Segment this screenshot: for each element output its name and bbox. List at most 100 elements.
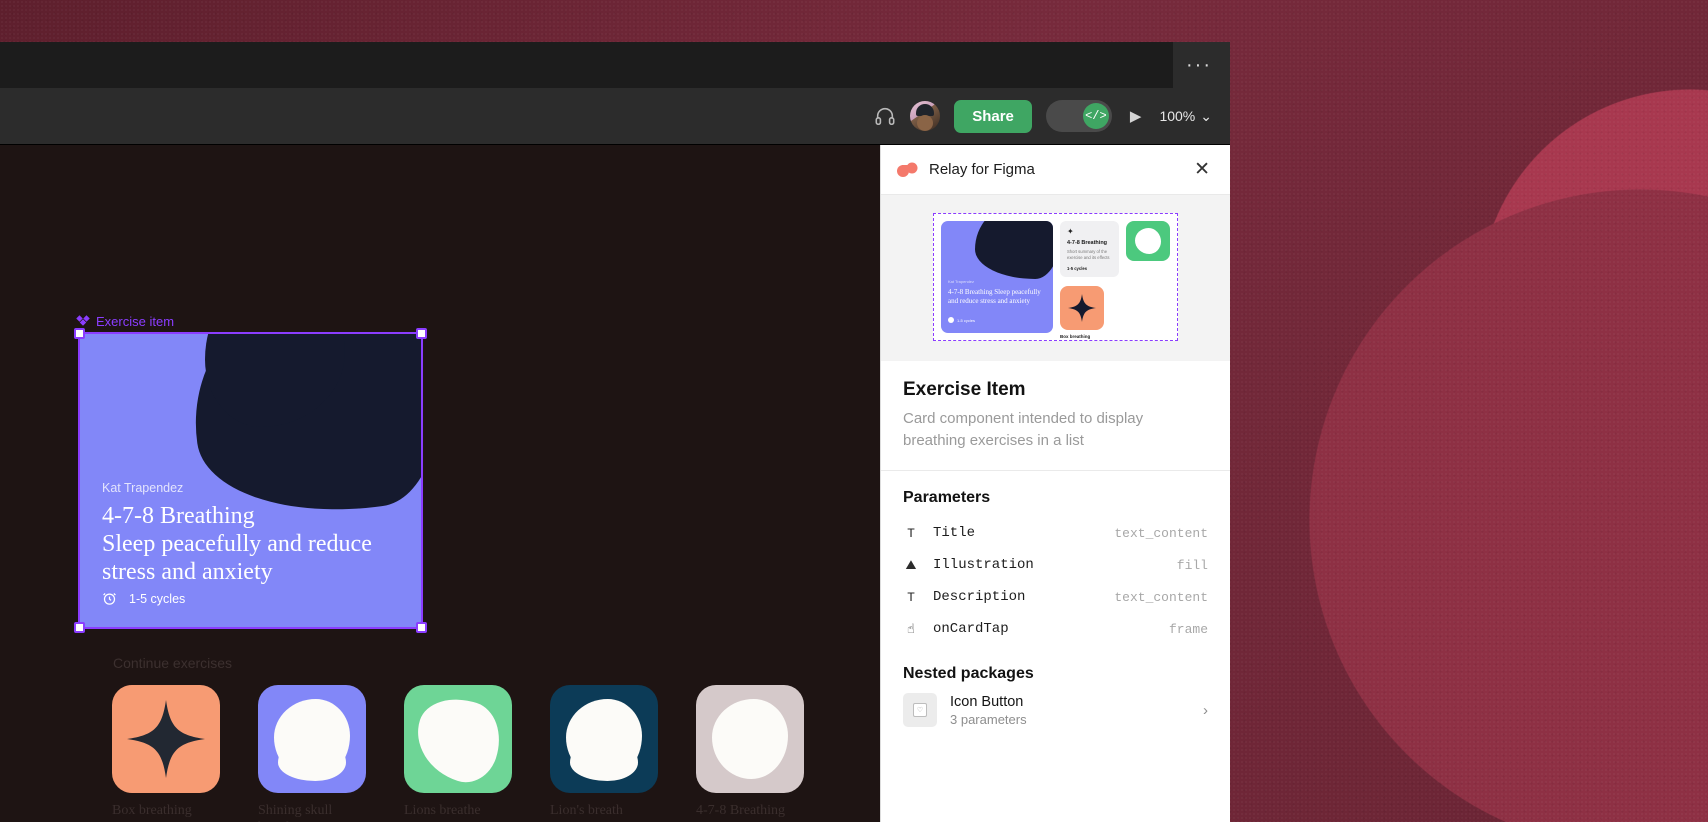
figma-toolbar: Share </> ▶ 100% ⌄: [0, 88, 1230, 145]
exercise-tile[interactable]: 4-7-8 Breathing: [696, 685, 804, 822]
preview-card-meta: 1-5 cycles: [957, 318, 976, 323]
continue-exercises-heading: Continue exercises: [113, 655, 233, 671]
preview-info-row: ✦ 4-7-8 Breathing Short summary of the e…: [1060, 221, 1170, 277]
alarm-clock-icon: [103, 593, 116, 605]
parameter-row[interactable]: ⛰ Illustration fill: [903, 549, 1208, 581]
blob-illustration: [712, 699, 788, 779]
card-meta-text: 1-5 cycles: [129, 591, 186, 606]
star-icon: [127, 700, 205, 778]
image-icon: ⛰: [905, 557, 917, 573]
avatar[interactable]: [910, 101, 941, 131]
preview-card-author: Kat Trapendez: [948, 279, 975, 284]
close-icon[interactable]: ✕: [1190, 156, 1214, 183]
component-name: Exercise Item: [903, 379, 1026, 400]
card-meta: 1-5 cycles: [102, 591, 185, 606]
parameters-section: Parameters T Title text_content ⛰ Illustrati…: [881, 470, 1230, 745]
parameter-row[interactable]: ☝ onCardTap frame: [903, 613, 1208, 645]
parameter-type: frame: [1168, 621, 1208, 637]
exercise-tile[interactable]: Shining skull breath: [258, 685, 366, 822]
preview-info-cycles: 1-5 cycles: [1067, 266, 1088, 271]
nested-package-row[interactable]: ♡ Icon Button 3 parameters ›: [903, 693, 1208, 727]
chevron-down-icon: ⌄: [1200, 107, 1212, 124]
relay-plugin-panel: Relay for Figma ✕ Kat Trapendez 4-7-8 Br…: [880, 145, 1230, 822]
zoom-level-label: 100%: [1159, 108, 1196, 124]
parameter-type: fill: [1176, 557, 1208, 573]
exercise-tile-label: Lion's breath: [550, 803, 623, 818]
component-info-section: Exercise Item Card component intended to…: [881, 361, 1230, 470]
parameter-name: Description: [933, 589, 1026, 605]
blob-illustration: [274, 699, 350, 781]
relay-logo-icon: [897, 162, 919, 178]
preview-card-blob: [975, 221, 1053, 279]
parameter-type: text_content: [1114, 525, 1208, 541]
share-button[interactable]: Share: [954, 99, 1032, 133]
preview-orange-tile: [1060, 286, 1104, 330]
nested-package-thumbnail: ♡: [903, 693, 937, 727]
exercise-tile-label: Shining skull breath: [258, 803, 333, 822]
preview-card-title: 4-7-8 Breathing Sleep peacefully and red…: [948, 288, 1041, 305]
text-icon: T: [907, 589, 915, 605]
zoom-control[interactable]: 100% ⌄: [1159, 108, 1212, 125]
parameter-name: Illustration: [933, 557, 1034, 573]
parameter-name: onCardTap: [933, 621, 1009, 637]
nested-packages-list: ♡ Icon Button 3 parameters ›: [903, 693, 1208, 727]
preview-star-icon: [1068, 294, 1096, 322]
card-title: 4-7-8 Breathing Sleep peacefully and red…: [102, 503, 372, 585]
exercise-tile[interactable]: Lions breathe: [404, 685, 512, 822]
heart-icon: ♡: [913, 703, 927, 717]
tap-icon: ☝: [907, 621, 915, 637]
preview-card: Kat Trapendez 4-7-8 Breathing Sleep peac…: [941, 221, 1053, 333]
exercise-tile-thumbnail: [404, 685, 512, 793]
exercise-tile[interactable]: Box breathing: [112, 685, 220, 822]
exercise-tile-thumbnail: [112, 685, 220, 793]
preview-frame[interactable]: Kat Trapendez 4-7-8 Breathing Sleep peac…: [933, 213, 1178, 341]
parameters-heading: Parameters: [903, 489, 991, 506]
preview-info-desc: Short summary of the exercise and its ef…: [1067, 249, 1110, 260]
frame-label-text: Exercise item: [96, 314, 175, 329]
preview-orange-block: Box breathing: [1060, 284, 1170, 339]
exercise-tile-label: Lions breathe: [404, 803, 481, 818]
parameter-name: Title: [933, 525, 976, 541]
nested-packages-heading: Nested packages: [903, 665, 1034, 682]
component-description: Card component intended to display breat…: [903, 410, 1144, 449]
frame-label[interactable]: Exercise item: [76, 314, 174, 329]
preview-sparkle-icon: ✦: [1067, 227, 1074, 236]
blob-illustration: [405, 687, 511, 791]
dev-mode-toggle[interactable]: </>: [1045, 100, 1112, 132]
plugin-body: Exercise Item Card component intended to…: [881, 361, 1230, 822]
plugin-title: Relay for Figma: [929, 161, 1035, 178]
preview-card-meta-icon: [948, 317, 954, 323]
parameter-type: text_content: [1114, 589, 1208, 605]
window-title-bar: ···: [0, 42, 1230, 88]
blob-illustration: [566, 699, 642, 781]
headphones-icon[interactable]: [874, 105, 896, 127]
exercise-tile-label: 4-7-8 Breathing: [696, 803, 786, 818]
figma-window: ··· Share </> ▶ 100% ⌄ Exercise item Kat…: [0, 42, 1230, 822]
code-icon: </>: [1082, 103, 1109, 129]
exercise-tile[interactable]: Lion's breath: [550, 685, 658, 822]
exercise-tile-thumbnail: [550, 685, 658, 793]
parameters-list: T Title text_content ⛰ Illustration fill T Desc…: [903, 517, 1208, 645]
more-options-icon[interactable]: ···: [1182, 51, 1216, 79]
preview-right-column: ✦ 4-7-8 Breathing Short summary of the e…: [1060, 221, 1170, 339]
parameter-row[interactable]: T Description text_content: [903, 581, 1208, 613]
present-play-icon[interactable]: ▶: [1126, 107, 1146, 125]
exercise-tile-thumbnail: [258, 685, 366, 793]
preview-green-tile: [1126, 221, 1170, 261]
plugin-preview-area: Kat Trapendez 4-7-8 Breathing Sleep peac…: [881, 195, 1230, 361]
preview-info-card: ✦ 4-7-8 Breathing Short summary of the e…: [1060, 221, 1119, 277]
preview-info-title: 4-7-8 Breathing: [1067, 240, 1108, 246]
chevron-right-icon[interactable]: ›: [1203, 702, 1208, 719]
plugin-header: Relay for Figma ✕: [881, 145, 1230, 195]
nested-package-params: 3 parameters: [950, 711, 1027, 727]
exercise-tile-list: Box breathing Shining skull breath Lions b…: [112, 685, 804, 822]
exercise-tile-thumbnail: [696, 685, 804, 793]
card-author: Kat Trapendez: [102, 481, 184, 495]
nested-package-name: Icon Button: [950, 693, 1024, 710]
component-diamond-icon: [76, 314, 90, 326]
nested-package-text: Icon Button 3 parameters: [950, 694, 1190, 727]
exercise-card[interactable]: Kat Trapendez 4-7-8 Breathing Sleep peac…: [78, 332, 423, 629]
text-icon: T: [907, 525, 915, 541]
parameter-row[interactable]: T Title text_content: [903, 517, 1208, 549]
preview-orange-label: Box breathing: [1060, 334, 1091, 339]
